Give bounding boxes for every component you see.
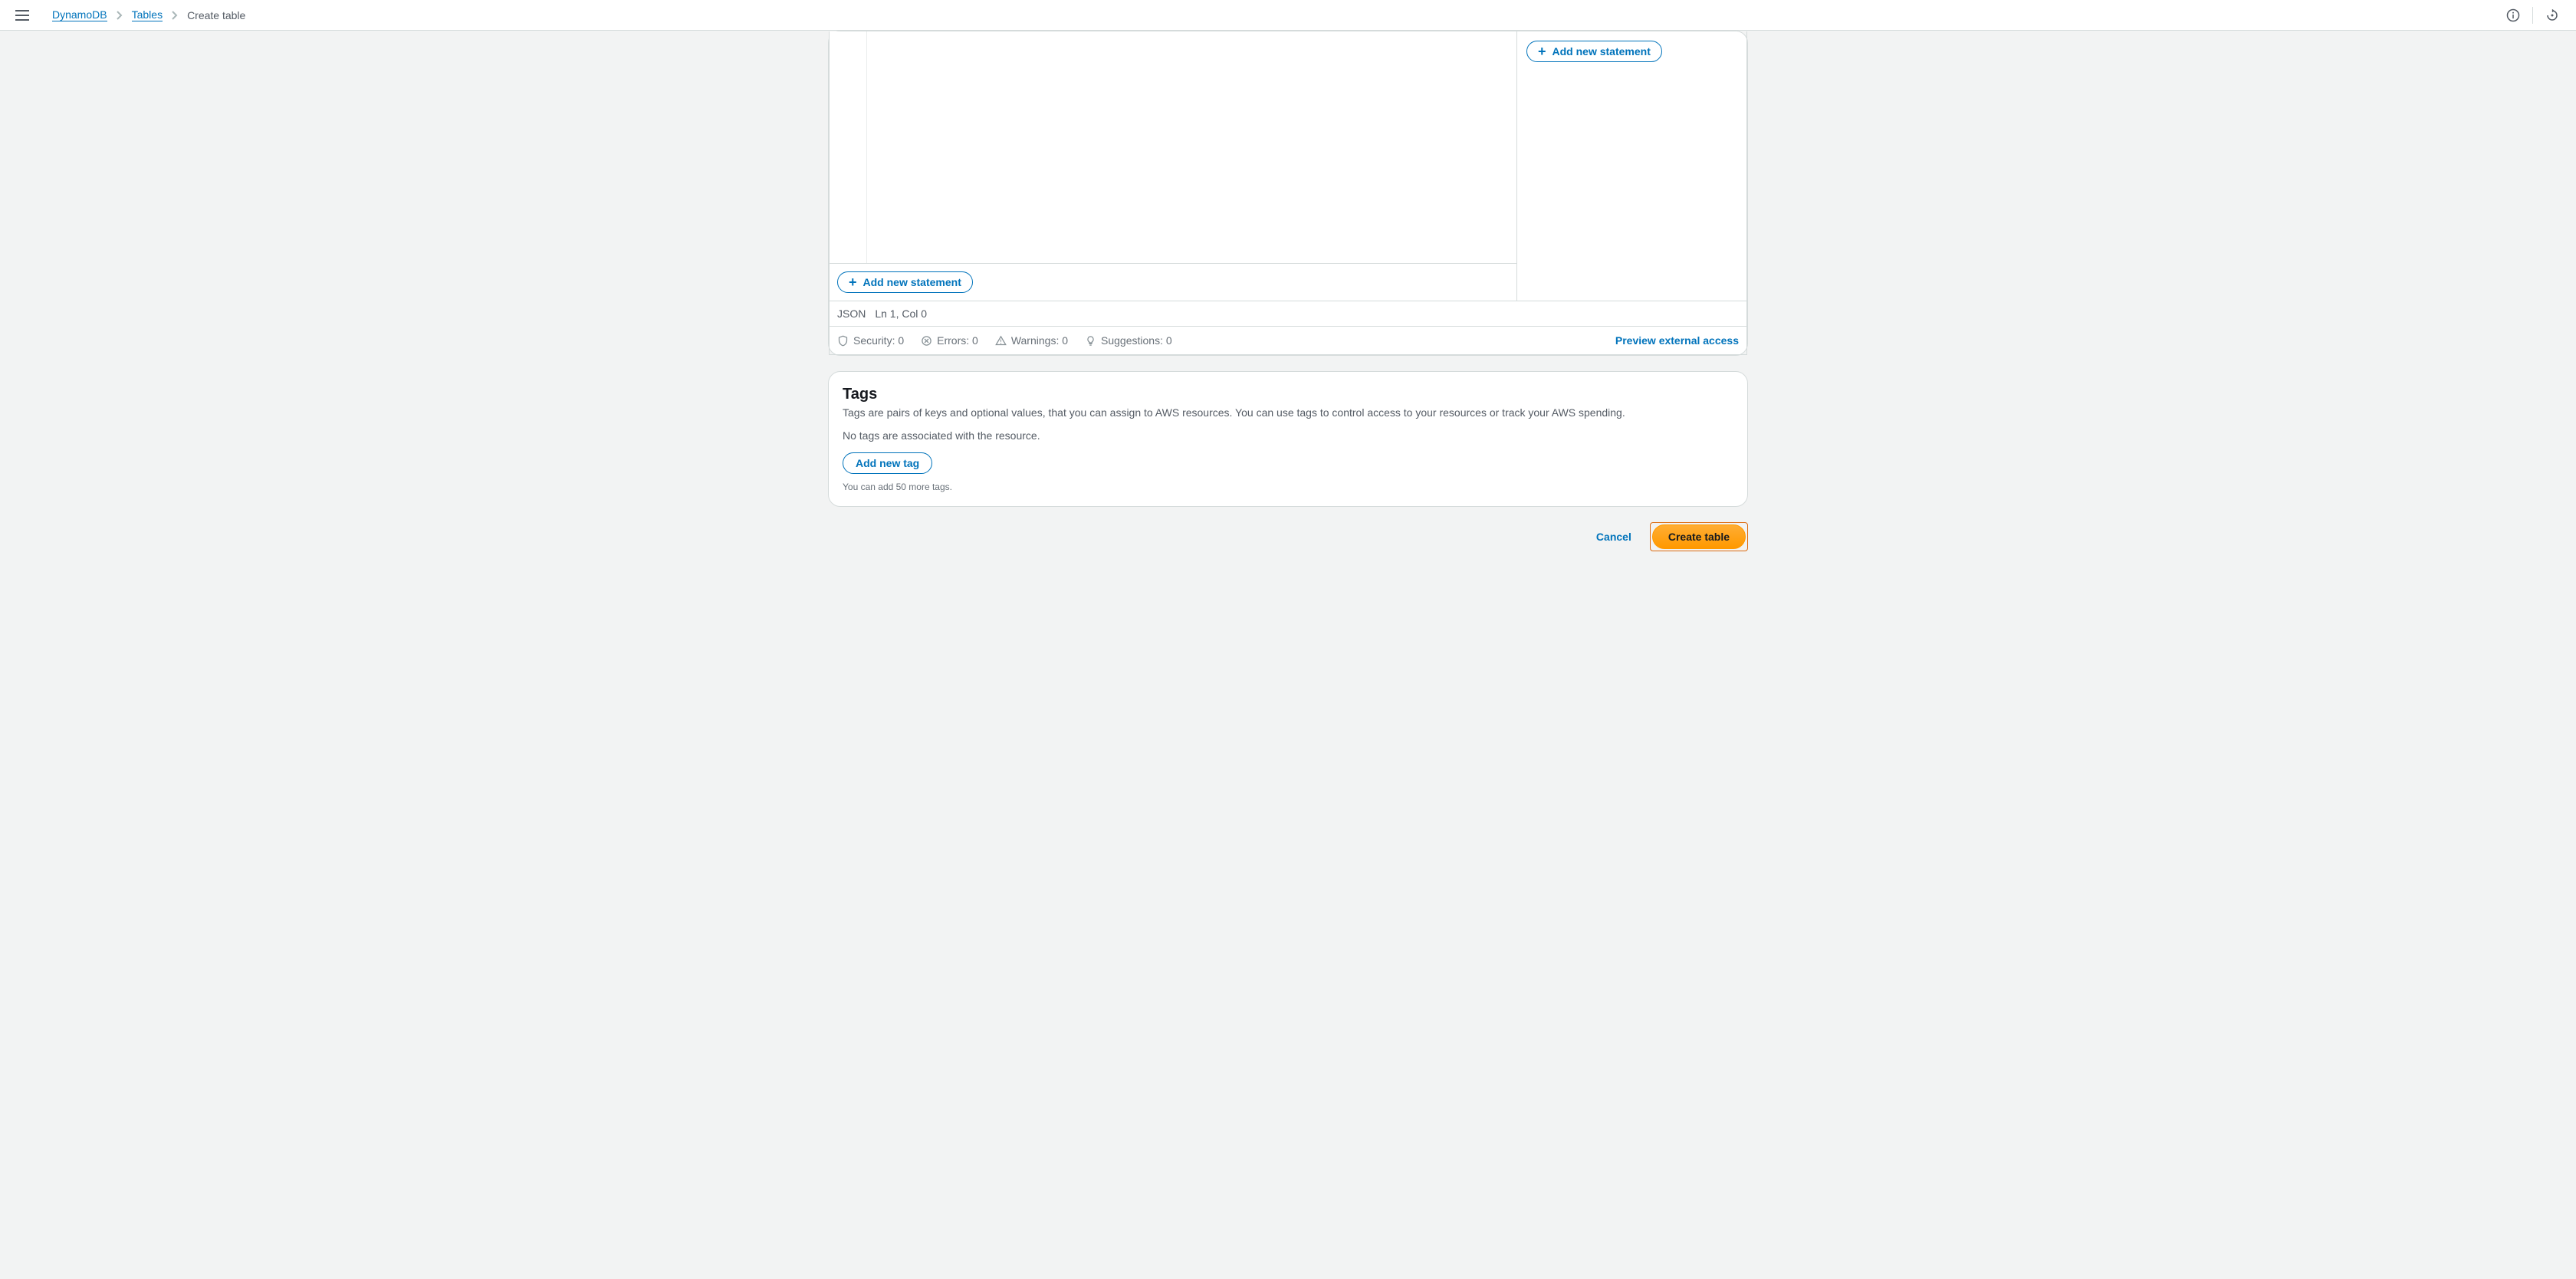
breadcrumb-tables[interactable]: Tables xyxy=(132,8,163,21)
policy-sidebar: + Add new statement xyxy=(1517,31,1747,301)
cancel-button[interactable]: Cancel xyxy=(1585,523,1642,551)
add-statement-button-left[interactable]: + Add new statement xyxy=(837,271,973,293)
page-inner: + Add new statement + Add new statement xyxy=(828,31,1748,1279)
info-icon[interactable] xyxy=(2505,7,2522,24)
errors-label: Errors: 0 xyxy=(937,334,978,347)
shield-icon xyxy=(837,335,849,347)
chevron-right-icon xyxy=(172,11,178,20)
page-body: + Add new statement + Add new statement xyxy=(0,31,2576,1279)
tags-title: Tags xyxy=(843,386,1733,403)
error-icon xyxy=(921,335,932,347)
top-right-tools xyxy=(2505,7,2561,24)
errors-status: Errors: 0 xyxy=(921,334,978,347)
add-tag-label: Add new tag xyxy=(856,457,919,469)
breadcrumb-dynamodb[interactable]: DynamoDB xyxy=(52,8,107,21)
divider xyxy=(2532,7,2533,24)
create-button-focus-ring: Create table xyxy=(1650,522,1748,551)
suggestions-label: Suggestions: 0 xyxy=(1101,334,1172,347)
warning-icon xyxy=(995,335,1007,347)
add-statement-label: Add new statement xyxy=(863,276,961,288)
create-table-button[interactable]: Create table xyxy=(1652,524,1746,549)
json-mode-label: JSON xyxy=(837,307,866,320)
cursor-position-label: Ln 1, Col 0 xyxy=(875,307,927,320)
editor-status-row: Security: 0 Errors: 0 Warnings: 0 Sugges… xyxy=(829,327,1747,355)
security-label: Security: 0 xyxy=(853,334,904,347)
chevron-right-icon xyxy=(117,11,123,20)
tags-empty-text: No tags are associated with the resource… xyxy=(843,429,1733,442)
editor-actions-left: + Add new statement xyxy=(830,263,1516,301)
plus-icon: + xyxy=(849,275,857,289)
security-status: Security: 0 xyxy=(837,334,904,347)
policy-editor-panel: + Add new statement + Add new statement xyxy=(828,31,1748,356)
plus-icon: + xyxy=(1538,44,1546,58)
refresh-settings-icon[interactable] xyxy=(2544,7,2561,24)
add-tag-button[interactable]: Add new tag xyxy=(843,452,932,474)
editor-footer: JSON Ln 1, Col 0 xyxy=(829,301,1747,327)
warnings-label: Warnings: 0 xyxy=(1011,334,1068,347)
breadcrumb: DynamoDB Tables Create table xyxy=(52,8,245,21)
preview-external-access-link[interactable]: Preview external access xyxy=(1615,334,1739,347)
lightbulb-icon xyxy=(1085,335,1096,347)
add-statement-label: Add new statement xyxy=(1552,45,1651,58)
editor-row: + Add new statement + Add new statement xyxy=(829,31,1747,301)
tags-description: Tags are pairs of keys and optional valu… xyxy=(843,406,1733,419)
tags-panel: Tags Tags are pairs of keys and optional… xyxy=(828,371,1748,507)
form-actions: Cancel Create table xyxy=(828,522,1748,551)
top-nav: DynamoDB Tables Create table xyxy=(0,0,2576,31)
breadcrumb-current: Create table xyxy=(187,9,245,21)
json-textarea[interactable] xyxy=(830,31,1516,263)
menu-toggle-icon[interactable] xyxy=(15,10,29,21)
tags-hint: You can add 50 more tags. xyxy=(843,482,1733,492)
policy-json-editor: + Add new statement xyxy=(829,31,1517,301)
warnings-status: Warnings: 0 xyxy=(995,334,1068,347)
add-statement-button-right[interactable]: + Add new statement xyxy=(1526,41,1662,62)
suggestions-status: Suggestions: 0 xyxy=(1085,334,1172,347)
